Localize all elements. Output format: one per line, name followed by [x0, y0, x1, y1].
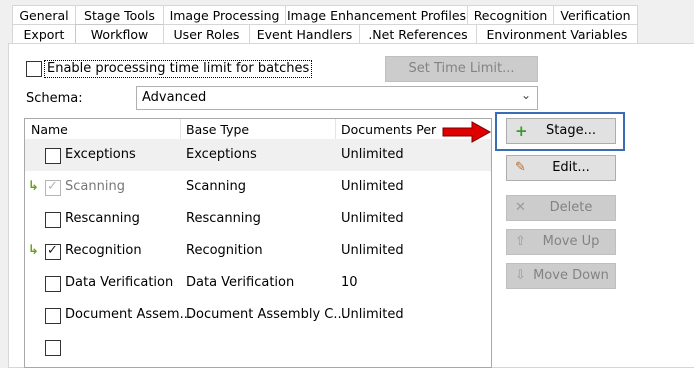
schema-select[interactable]: Advanced ⌄	[136, 86, 538, 110]
stage-base-type: Data Verification	[186, 275, 295, 290]
stage-base-type: Scanning	[186, 179, 246, 194]
stages-list[interactable]: Name Base Type Documents Per Task Except…	[24, 118, 492, 368]
set-time-limit-button[interactable]: Set Time Limit...	[385, 56, 538, 82]
tab-net-references[interactable]: .Net References	[359, 24, 477, 43]
stage-name: Exceptions	[65, 147, 136, 162]
check-icon: ✓	[47, 179, 58, 194]
tab-verification[interactable]: Verification	[553, 5, 638, 24]
stage-name: Scanning	[65, 179, 125, 194]
arrow-up-icon: ⇧	[515, 234, 526, 249]
column-header-base-type[interactable]: Base Type	[186, 119, 249, 141]
table-row[interactable]: Rescanning Rescanning Unlimited	[25, 203, 491, 235]
tab-image-enhancement-profiles[interactable]: Image Enhancement Profiles	[285, 5, 468, 24]
time-limit-label[interactable]: Enable processing time limit for batches	[44, 60, 313, 78]
column-divider[interactable]	[335, 119, 336, 141]
stage-name: Rescanning	[65, 211, 140, 226]
row-checkbox[interactable]	[45, 340, 61, 356]
stage-docs-per-task: Unlimited	[341, 211, 404, 226]
edit-stage-label: Edit...	[552, 160, 590, 175]
stage-docs-per-task: Unlimited	[341, 307, 404, 322]
delete-stage-label: Delete	[549, 200, 593, 215]
row-checkbox[interactable]	[45, 308, 61, 324]
tab-user-roles[interactable]: User Roles	[163, 24, 250, 43]
edit-stage-button[interactable]: ✎ Edit...	[506, 155, 616, 181]
stage-docs-per-task: 10	[341, 275, 358, 290]
check-icon: ✓	[47, 243, 58, 258]
row-checkbox[interactable]	[45, 276, 61, 292]
row-checkbox[interactable]: ✓	[45, 243, 61, 260]
workflow-arrow-icon: ↳	[28, 179, 39, 194]
tab-export[interactable]: Export	[12, 24, 76, 43]
add-stage-button[interactable]: + Stage...	[506, 118, 616, 144]
table-row[interactable]: Data Verification Data Verification 10	[25, 267, 491, 299]
tab-environment-variables[interactable]: Environment Variables	[476, 24, 638, 43]
workflow-arrow-icon: ↳	[28, 243, 39, 258]
column-divider[interactable]	[180, 119, 181, 141]
table-row-partial[interactable]	[25, 331, 491, 363]
annotation-arrow-icon	[442, 121, 492, 143]
stage-name: Recognition	[65, 243, 142, 258]
plus-icon: +	[515, 122, 528, 140]
stage-docs-per-task: Unlimited	[341, 243, 404, 258]
move-up-label: Move Up	[542, 234, 600, 249]
row-checkbox[interactable]	[45, 212, 61, 228]
table-row[interactable]: Document Assem... Document Assembly C...…	[25, 299, 491, 331]
row-checkbox[interactable]: ✓	[45, 179, 61, 196]
stage-base-type: Rescanning	[186, 211, 261, 226]
row-checkbox[interactable]	[45, 148, 61, 164]
arrow-down-icon: ⇩	[515, 268, 526, 283]
schema-value: Advanced	[142, 90, 207, 105]
time-limit-checkbox[interactable]	[26, 61, 42, 77]
move-down-label: Move Down	[533, 268, 609, 283]
schema-label: Schema:	[26, 91, 83, 106]
stage-name: Document Assem...	[65, 307, 192, 322]
tab-stage-tools[interactable]: Stage Tools	[75, 5, 164, 24]
table-row[interactable]: ↳ ✓ Scanning Scanning Unlimited	[25, 171, 491, 203]
chevron-down-icon: ⌄	[520, 88, 531, 102]
stage-name: Data Verification	[65, 275, 174, 290]
move-up-button[interactable]: ⇧ Move Up	[506, 229, 616, 255]
stage-base-type: Exceptions	[186, 147, 257, 162]
move-down-button[interactable]: ⇩ Move Down	[506, 263, 616, 289]
pencil-icon: ✎	[515, 160, 526, 175]
tab-event-handlers[interactable]: Event Handlers	[249, 24, 360, 43]
delete-stage-button[interactable]: ✕ Delete	[506, 195, 616, 221]
column-header-name[interactable]: Name	[31, 119, 68, 141]
tab-recognition[interactable]: Recognition	[467, 5, 554, 24]
stage-base-type: Document Assembly C...	[186, 307, 346, 322]
stage-docs-per-task: Unlimited	[341, 179, 404, 194]
stage-base-type: Recognition	[186, 243, 263, 258]
table-row[interactable]: ↳ ✓ Recognition Recognition Unlimited	[25, 235, 491, 267]
delete-icon: ✕	[515, 200, 526, 215]
tab-image-processing[interactable]: Image Processing	[163, 5, 286, 24]
table-row[interactable]: Exceptions Exceptions Unlimited	[25, 139, 491, 171]
tab-general[interactable]: General	[12, 5, 76, 24]
add-stage-label: Stage...	[546, 123, 596, 138]
tab-workflow[interactable]: Workflow	[75, 24, 164, 44]
stage-docs-per-task: Unlimited	[341, 147, 404, 162]
